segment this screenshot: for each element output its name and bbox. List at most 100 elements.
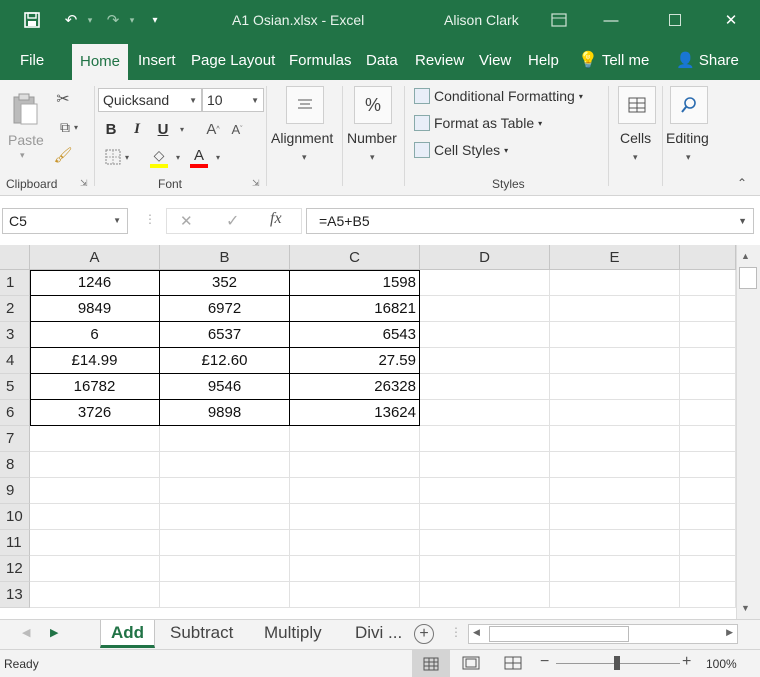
column-header-d[interactable]: D bbox=[420, 245, 550, 270]
borders-icon[interactable]: ▾ bbox=[100, 146, 134, 168]
table-cell[interactable]: 6543 bbox=[290, 322, 420, 348]
table-cell[interactable] bbox=[160, 582, 290, 608]
table-cell[interactable] bbox=[680, 374, 736, 400]
zoom-in-icon[interactable]: + bbox=[682, 653, 691, 671]
format-as-table-button[interactable]: Format as Table ▾ bbox=[414, 115, 542, 131]
table-cell[interactable]: 9898 bbox=[160, 400, 290, 426]
table-cell[interactable]: 6972 bbox=[160, 296, 290, 322]
table-cell[interactable]: 6537 bbox=[160, 322, 290, 348]
customize-quick-access-icon[interactable]: ▾ bbox=[146, 8, 164, 32]
table-cell[interactable]: 9849 bbox=[30, 296, 160, 322]
scroll-right-icon[interactable]: ▶ bbox=[726, 627, 733, 638]
tab-view[interactable]: View bbox=[479, 40, 511, 80]
row-header[interactable]: 11 bbox=[0, 530, 30, 556]
row-header[interactable]: 7 bbox=[0, 426, 30, 452]
table-cell[interactable] bbox=[550, 530, 680, 556]
table-cell[interactable] bbox=[550, 426, 680, 452]
table-cell[interactable] bbox=[420, 582, 550, 608]
table-cell[interactable] bbox=[30, 478, 160, 504]
table-cell[interactable] bbox=[160, 452, 290, 478]
paste-button[interactable]: Paste bbox=[8, 132, 44, 148]
editing-dropdown-icon[interactable]: ▾ bbox=[686, 152, 691, 163]
tab-formulas[interactable]: Formulas bbox=[289, 40, 352, 80]
table-cell[interactable] bbox=[680, 478, 736, 504]
table-cell[interactable] bbox=[30, 504, 160, 530]
row-header[interactable]: 6 bbox=[0, 400, 30, 426]
cells-icon[interactable] bbox=[618, 86, 656, 124]
zoom-slider-thumb[interactable] bbox=[614, 656, 620, 670]
tab-page-layout[interactable]: Page Layout bbox=[191, 40, 275, 80]
table-cell[interactable] bbox=[420, 530, 550, 556]
table-cell[interactable] bbox=[550, 556, 680, 582]
search-icon[interactable] bbox=[670, 86, 708, 124]
sheet-tab-divide[interactable]: Divi ... bbox=[345, 620, 412, 648]
number-button[interactable]: Number bbox=[347, 130, 397, 146]
table-cell[interactable]: 26328 bbox=[290, 374, 420, 400]
bold-button[interactable]: B bbox=[102, 118, 120, 140]
table-cell[interactable] bbox=[550, 374, 680, 400]
fill-color-icon[interactable]: ◇ bbox=[148, 144, 170, 170]
row-header[interactable]: 13 bbox=[0, 582, 30, 608]
table-cell[interactable] bbox=[550, 478, 680, 504]
table-cell[interactable] bbox=[420, 296, 550, 322]
tab-home[interactable]: Home bbox=[72, 44, 129, 80]
column-header-b[interactable]: B bbox=[160, 245, 290, 270]
table-cell[interactable] bbox=[550, 582, 680, 608]
cells-button[interactable]: Cells bbox=[620, 130, 651, 146]
table-cell[interactable] bbox=[420, 556, 550, 582]
table-cell[interactable] bbox=[30, 452, 160, 478]
table-cell[interactable] bbox=[160, 530, 290, 556]
table-cell[interactable]: 6 bbox=[30, 322, 160, 348]
table-cell[interactable]: 27.59 bbox=[290, 348, 420, 374]
table-cell[interactable] bbox=[680, 530, 736, 556]
horizontal-scrollbar[interactable]: ◀ ▶ bbox=[468, 624, 738, 644]
underline-dropdown-icon[interactable]: ▾ bbox=[176, 118, 188, 140]
table-cell[interactable] bbox=[30, 426, 160, 452]
tab-help[interactable]: Help bbox=[528, 40, 559, 80]
scroll-thumb[interactable] bbox=[739, 267, 757, 289]
column-header-e[interactable]: E bbox=[550, 245, 680, 270]
table-cell[interactable] bbox=[30, 530, 160, 556]
row-header[interactable]: 10 bbox=[0, 504, 30, 530]
table-cell[interactable] bbox=[290, 582, 420, 608]
table-cell[interactable] bbox=[290, 530, 420, 556]
format-painter-icon[interactable]: 🖌 bbox=[52, 144, 74, 166]
alignment-dropdown-icon[interactable]: ▾ bbox=[302, 152, 307, 163]
redo-icon[interactable]: ↷ bbox=[100, 8, 126, 32]
table-cell[interactable] bbox=[420, 322, 550, 348]
close-icon[interactable]: ✕ bbox=[716, 8, 746, 32]
tab-data[interactable]: Data bbox=[366, 40, 398, 80]
table-cell[interactable] bbox=[420, 400, 550, 426]
scroll-left-icon[interactable]: ◀ bbox=[473, 627, 480, 638]
formula-input[interactable]: =A5+B5 ▼ bbox=[306, 208, 754, 234]
table-cell[interactable] bbox=[160, 504, 290, 530]
table-cell[interactable]: £12.60 bbox=[160, 348, 290, 374]
ribbon-display-options-icon[interactable] bbox=[544, 8, 574, 32]
maximize-icon[interactable] bbox=[660, 8, 690, 32]
table-cell[interactable] bbox=[550, 348, 680, 374]
insert-function-icon[interactable]: fx bbox=[270, 210, 282, 228]
table-cell[interactable] bbox=[420, 452, 550, 478]
row-header[interactable]: 12 bbox=[0, 556, 30, 582]
new-sheet-icon[interactable]: + bbox=[414, 624, 434, 644]
table-cell[interactable] bbox=[550, 504, 680, 530]
table-cell[interactable] bbox=[30, 556, 160, 582]
table-cell[interactable] bbox=[420, 478, 550, 504]
column-header-f[interactable] bbox=[680, 245, 736, 270]
table-cell[interactable] bbox=[680, 322, 736, 348]
table-cell[interactable]: 352 bbox=[160, 270, 290, 296]
table-cell[interactable] bbox=[550, 270, 680, 296]
paste-icon[interactable] bbox=[8, 88, 42, 132]
paste-dropdown-icon[interactable]: ▾ bbox=[20, 150, 25, 161]
font-name-dropdown[interactable]: Quicksand ▼ bbox=[98, 88, 202, 112]
alignment-icon[interactable] bbox=[286, 86, 324, 124]
fill-color-dropdown-icon[interactable]: ▾ bbox=[172, 146, 184, 168]
table-cell[interactable] bbox=[550, 322, 680, 348]
increase-font-size-icon[interactable]: A ^ bbox=[204, 118, 222, 140]
scroll-up-icon[interactable]: ▲ bbox=[741, 251, 750, 261]
tell-me-search[interactable]: 💡 Tell me bbox=[578, 40, 649, 80]
underline-button[interactable]: U bbox=[154, 118, 172, 140]
table-cell[interactable] bbox=[680, 400, 736, 426]
zoom-level[interactable]: 100% bbox=[706, 657, 737, 671]
tab-insert[interactable]: Insert bbox=[138, 40, 176, 80]
